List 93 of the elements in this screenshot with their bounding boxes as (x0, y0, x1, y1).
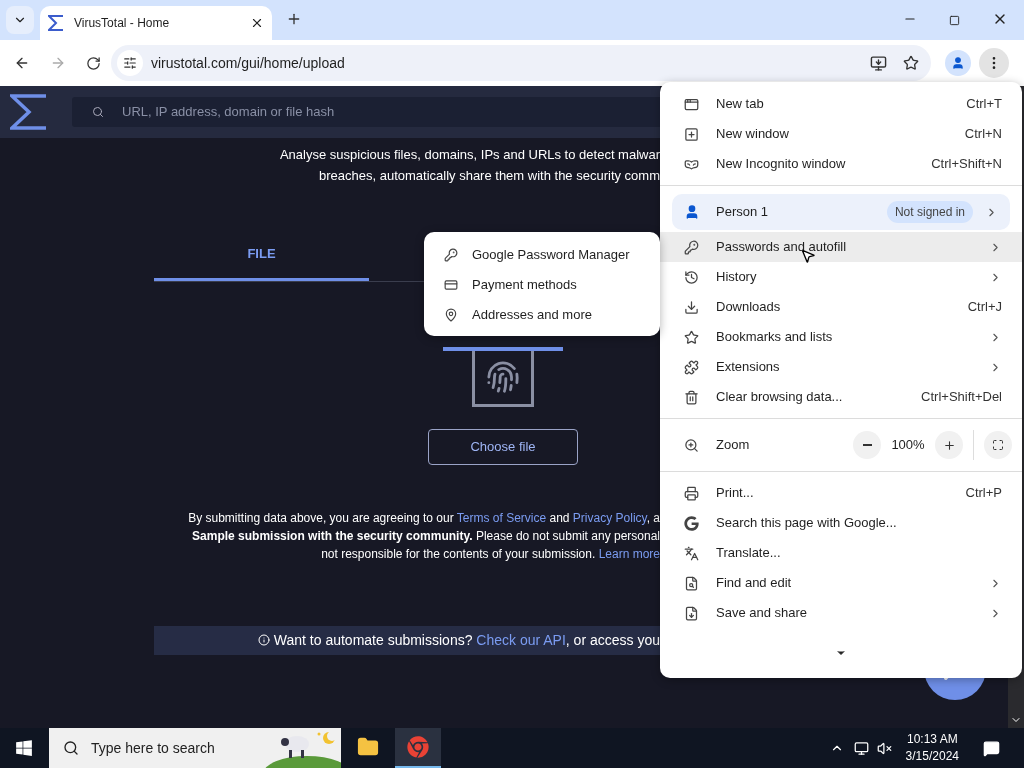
minus-icon (862, 444, 872, 446)
key-icon (444, 248, 458, 262)
banner-text: Want to automate submissions? Check our API, or access you (273, 630, 660, 650)
sigma-logo-icon (48, 15, 64, 31)
fullscreen-icon (992, 439, 1004, 451)
fullscreen-button[interactable] (984, 431, 1012, 459)
taskbar-app[interactable] (395, 728, 441, 768)
terms-text: not responsible for the contents of your submission. Learn more (321, 545, 660, 563)
sign-in-status: Not signed in (886, 201, 973, 223)
tagline-text: breaches, automatically share them with the security comm (318, 167, 660, 185)
sigma-logo-icon (10, 94, 48, 130)
star-icon (684, 329, 699, 345)
menu-item[interactable]: Extensions (660, 352, 1022, 382)
clock-date[interactable]: 3/15/2024 (905, 748, 959, 765)
card-icon (444, 278, 458, 292)
zoom-level: 100% (890, 436, 926, 455)
profile-item[interactable]: Person 1 Not signed in (672, 194, 1010, 230)
puzzle-icon (684, 359, 699, 375)
start-icon[interactable] (15, 739, 33, 757)
taskbar-search-field[interactable]: Type here to search (49, 728, 341, 768)
file-download-icon (684, 605, 699, 621)
tab-title: VirusTotal - Home (74, 15, 171, 32)
terms-text: By submitting data above, you are agreeing to our Terms of Service and Privacy Policy, a (188, 509, 660, 527)
menu-item[interactable]: Find and edit (660, 568, 1022, 598)
google-icon (684, 515, 699, 531)
close-tab-icon[interactable] (250, 16, 264, 30)
browser-tab[interactable]: VirusTotal - Home (40, 6, 272, 40)
profile-name: Person 1 (716, 203, 770, 222)
notification-icon[interactable] (983, 739, 1000, 757)
shortcut-label: Ctrl+N (964, 125, 1002, 144)
info-icon (257, 634, 270, 646)
tagline-text: Analyse suspicious files, domains, IPs and URLs to detect malwar (279, 146, 660, 164)
menu-item[interactable]: Clear browsing data... Ctrl+Shift+Del (660, 382, 1022, 412)
history-icon (684, 269, 699, 285)
restore-icon[interactable] (949, 15, 960, 26)
menu-item[interactable]: New tab Ctrl+T (660, 89, 1022, 119)
link[interactable]: Check our API (476, 631, 566, 648)
volume-muted-icon[interactable] (876, 740, 892, 756)
menu-item[interactable]: Downloads Ctrl+J (660, 292, 1022, 322)
menu-item[interactable]: History (660, 262, 1022, 292)
translate-icon (684, 545, 699, 561)
terms-text: Sample submission with the security community. Please do not submit any personal (192, 527, 660, 545)
new-tab-icon[interactable] (286, 11, 302, 27)
link[interactable]: Learn more (598, 546, 660, 561)
new-window-icon (684, 126, 699, 142)
back-icon[interactable] (14, 55, 30, 71)
menu-item[interactable]: Save and share (660, 598, 1022, 628)
profile-icon[interactable] (951, 56, 965, 70)
clock-time[interactable]: 10:13 AM (906, 731, 958, 748)
search-icon (63, 740, 79, 756)
site-settings-icon[interactable] (123, 56, 137, 70)
menu-item[interactable]: New Incognito window Ctrl+Shift+N (660, 149, 1022, 179)
search-icon (92, 106, 104, 118)
network-icon[interactable] (853, 740, 869, 756)
shortcut-label: Ctrl+T (966, 95, 1002, 114)
menu-item[interactable]: New window Ctrl+N (660, 119, 1022, 149)
bookmark-star-icon[interactable] (903, 55, 919, 71)
zoom-label: Zoom (716, 436, 751, 455)
menu-item[interactable]: Passwords and autofill (660, 232, 1022, 262)
window-icon (684, 96, 699, 112)
folder-icon (357, 736, 379, 758)
person-icon (684, 204, 700, 220)
pin-icon (444, 308, 458, 322)
shortcut-label: Ctrl+P (965, 484, 1002, 503)
address-bar[interactable]: virustotal.com/gui/home/upload (111, 45, 931, 81)
submenu-item[interactable]: Google Password Manager (424, 240, 660, 270)
download-icon (684, 299, 699, 315)
search-field[interactable]: URL, IP address, domain or file hash (72, 97, 660, 127)
submenu-item[interactable]: Addresses and more (424, 300, 660, 330)
link[interactable]: Privacy Policy (572, 510, 647, 525)
plus-icon (942, 438, 956, 452)
key-icon (684, 239, 699, 255)
menu-item[interactable]: Print... Ctrl+P (660, 478, 1022, 508)
shortcut-label: Ctrl+Shift+N (931, 155, 1002, 174)
url-text: virustotal.com/gui/home/upload (151, 53, 346, 73)
printer-icon (684, 485, 699, 501)
link[interactable]: Terms of Service (456, 510, 547, 525)
install-icon[interactable] (870, 54, 887, 72)
zoom-out-button[interactable] (853, 431, 881, 459)
menu-item[interactable]: Translate... (660, 538, 1022, 568)
shortcut-label: Ctrl+Shift+Del (921, 388, 1002, 407)
file-search-icon (684, 575, 699, 591)
menu-item[interactable]: Search this page with Google... (660, 508, 1022, 538)
submenu-item[interactable]: Payment methods (424, 270, 660, 300)
upload-tab[interactable]: FILE (154, 244, 369, 281)
choose-file-button[interactable]: Choose file (428, 428, 578, 465)
shortcut-label: Ctrl+J (967, 298, 1002, 317)
trash-icon (684, 389, 699, 405)
chrome-icon (407, 736, 429, 758)
reload-icon[interactable] (86, 55, 101, 71)
menu-item[interactable]: Bookmarks and lists (660, 322, 1022, 352)
zoom-in-button[interactable] (935, 431, 963, 459)
zoom-icon (684, 437, 699, 453)
